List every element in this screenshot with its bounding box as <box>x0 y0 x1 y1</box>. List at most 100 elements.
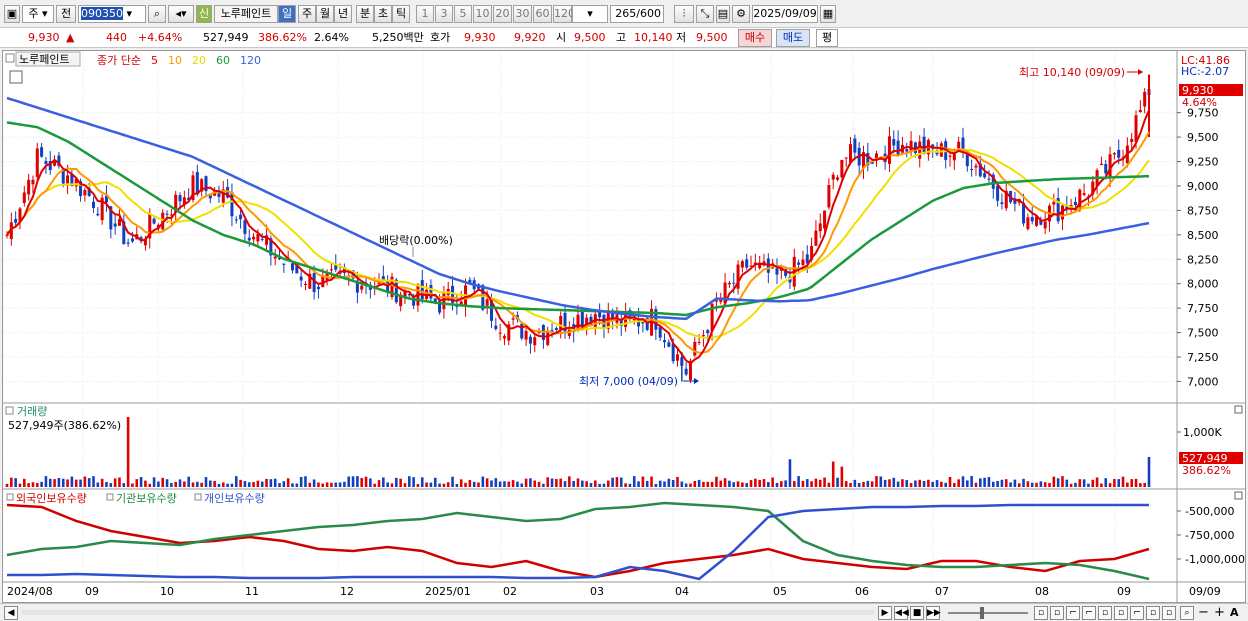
hoga-label: 호가 <box>430 31 451 44</box>
date-field[interactable]: 2025/09/09 <box>752 5 818 23</box>
price-chart-svg[interactable]: 7,000 7,250 7,500 7,750 8,000 8,250 8,500 8,750… <box>2 51 1245 602</box>
zoom-slider-handle[interactable] <box>980 607 984 619</box>
candle-body <box>273 256 277 259</box>
search-icon[interactable]: ⌕ <box>148 5 166 23</box>
volume-bar <box>944 482 947 487</box>
volume-bar <box>1009 482 1012 487</box>
volume-bar <box>347 476 351 487</box>
chart-bg <box>3 51 1245 602</box>
volume-bar <box>412 477 415 487</box>
forward-icon[interactable]: ▶▶ <box>926 606 941 620</box>
period-tab-1[interactable]: 주 <box>298 5 316 23</box>
volume-bar <box>157 481 160 487</box>
candle-body <box>849 144 853 163</box>
volume-bar <box>667 478 671 487</box>
zoom-slider[interactable] <box>948 612 1028 614</box>
volume-bar <box>57 478 61 487</box>
font-size-icon[interactable]: A <box>1230 606 1239 619</box>
interval-tab-20[interactable]: 20 <box>493 5 512 23</box>
stop-icon[interactable]: ■ <box>910 606 924 620</box>
count-field[interactable]: 265/600 <box>610 5 664 23</box>
volume-bar <box>606 480 610 487</box>
volume-bar <box>1048 483 1051 487</box>
candle-body <box>113 223 117 227</box>
tool-icon-2[interactable]: ▫ <box>1050 606 1064 620</box>
code-input[interactable]: 090350 ▾ <box>78 5 146 23</box>
candle-body <box>740 261 744 268</box>
volume-bar <box>1143 482 1146 487</box>
candle-body <box>130 238 134 242</box>
holding-legend-label: 기관보유수량 <box>116 492 177 505</box>
interval-tab-60[interactable]: 60 <box>533 5 552 23</box>
rewind-icon[interactable]: ◀◀ <box>894 606 909 620</box>
period-tab-5[interactable]: 초 <box>374 5 392 23</box>
interval-tab-5[interactable]: 5 <box>454 5 472 23</box>
tool-icon-7[interactable]: ⌐ <box>1130 606 1144 620</box>
volume-bar <box>27 483 30 487</box>
volume-bar <box>693 481 697 487</box>
buy-button[interactable]: 매수 <box>738 29 772 47</box>
tool-icon-6[interactable]: ▫ <box>1114 606 1128 620</box>
calendar-icon[interactable]: ▦ <box>820 5 836 23</box>
holding-close-icon[interactable] <box>1234 491 1243 500</box>
sell-button[interactable]: 매도 <box>776 29 810 47</box>
interval-tab-10[interactable]: 10 <box>473 5 492 23</box>
volume-bar <box>1035 482 1038 487</box>
speaker-icon[interactable]: ◂▾ <box>168 5 194 23</box>
date-tick-label: 2025/01 <box>425 585 471 598</box>
interval-tab-30[interactable]: 30 <box>513 5 532 23</box>
period-tab-3[interactable]: 년 <box>334 5 352 23</box>
zoom-in-icon[interactable]: + <box>1214 605 1225 620</box>
tool-icon-5[interactable]: ▫ <box>1098 606 1112 620</box>
scroll-track[interactable] <box>22 610 874 615</box>
candle-body <box>27 179 31 195</box>
period-tab-6[interactable]: 틱 <box>392 5 410 23</box>
volume-bar <box>481 476 485 487</box>
indicator-icon[interactable]: ⫶ <box>674 5 694 23</box>
layout-icon[interactable]: ▣ <box>4 5 20 23</box>
scroll-left-icon[interactable]: ◀ <box>4 606 18 620</box>
interval-select[interactable]: ▾ <box>572 5 608 23</box>
volume-bar <box>105 481 108 487</box>
volume-bar <box>1121 476 1125 487</box>
chart-scrollbar[interactable]: ◀ ▶ ◀◀ ■ ▶▶ ▫ ▫ ⌐ ⌐ ▫ ▫ ⌐ ▫ ▫ ⌕ − + A <box>0 603 1248 621</box>
zoom-out-icon[interactable]: − <box>1198 605 1209 620</box>
period-tab-0[interactable]: 일 <box>278 5 296 23</box>
draw-icon[interactable]: ⤡ <box>696 5 714 23</box>
volume-bar <box>1139 483 1142 487</box>
volume-close-icon[interactable] <box>1234 405 1243 414</box>
volume-bar <box>840 466 844 487</box>
period-tab-4[interactable]: 분 <box>356 5 374 23</box>
volume-bar <box>1100 483 1103 487</box>
interval-tab-1[interactable]: 1 <box>416 5 434 23</box>
interval-tab-120[interactable]: 120 <box>553 5 575 23</box>
tool-icon-1[interactable]: ▫ <box>1034 606 1048 620</box>
prev-button[interactable]: 전 <box>56 5 76 23</box>
holding-legend: 외국인보유수량 기관보유수량 개인보유수량 <box>6 492 265 505</box>
settings-icon[interactable]: ⚙ <box>732 5 750 23</box>
period-tab-2[interactable]: 월 <box>316 5 334 23</box>
candle-body <box>1104 164 1108 174</box>
volume-bar <box>377 480 381 487</box>
tool-icon-9[interactable]: ▫ <box>1162 606 1176 620</box>
table-icon[interactable] <box>9 70 23 84</box>
candle-body <box>243 220 247 234</box>
tool-icon-3[interactable]: ⌐ <box>1066 606 1080 620</box>
tool-icon-8[interactable]: ▫ <box>1146 606 1160 620</box>
chart-area[interactable]: 7,000 7,250 7,500 7,750 8,000 8,250 8,500 8,750… <box>2 50 1246 603</box>
holding-tick-label: -500,000 <box>1185 505 1234 518</box>
volume-bar <box>135 479 139 487</box>
volume-bar <box>749 480 753 487</box>
market-type-select[interactable]: 주 ▾ <box>22 5 54 23</box>
volume-bar <box>490 480 493 487</box>
save-icon[interactable]: ▤ <box>716 5 730 23</box>
scroll-right-icon[interactable]: ▶ <box>878 606 892 620</box>
volume-bar <box>286 478 290 487</box>
volume-bar <box>165 479 169 487</box>
volume-bar <box>516 481 519 487</box>
eval-button[interactable]: 평 <box>816 29 838 47</box>
volume-bar <box>312 479 316 487</box>
search-small-icon[interactable]: ⌕ <box>1180 606 1194 620</box>
interval-tab-3[interactable]: 3 <box>435 5 453 23</box>
tool-icon-4[interactable]: ⌐ <box>1082 606 1096 620</box>
